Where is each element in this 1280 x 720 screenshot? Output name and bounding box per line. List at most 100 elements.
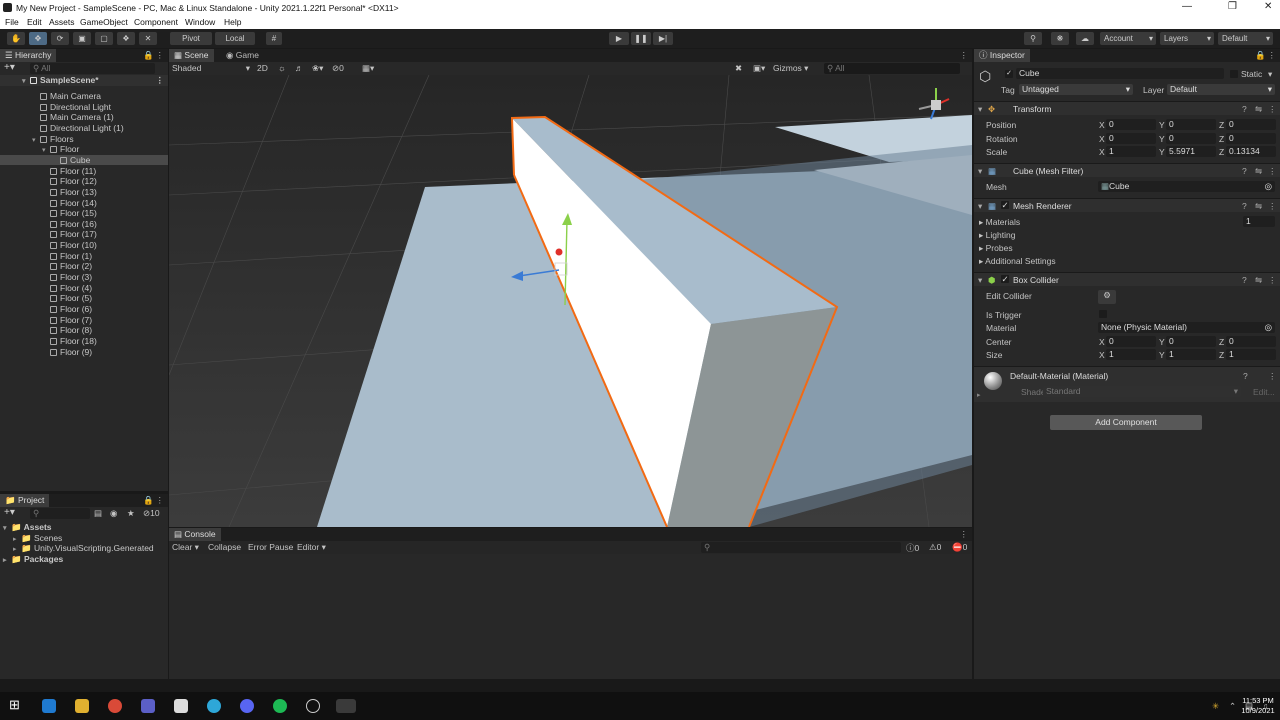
- preset-icon[interactable]: ⇋: [1255, 275, 1262, 286]
- obs-icon[interactable]: [306, 699, 320, 713]
- probes-foldout[interactable]: ▸ Probes: [979, 243, 1013, 254]
- hierarchy-item[interactable]: ▾ Floor: [0, 144, 168, 155]
- y-axis-label[interactable]: Y: [1159, 134, 1165, 144]
- scale-tool-icon[interactable]: ▣: [73, 32, 91, 45]
- z-axis-label[interactable]: Z: [1219, 120, 1224, 130]
- help-icon[interactable]: ?: [1243, 371, 1248, 381]
- preset-icon[interactable]: ⇋: [1255, 201, 1262, 212]
- y-axis-label[interactable]: Y: [1159, 147, 1165, 157]
- additional-settings-foldout[interactable]: ▸ Additional Settings: [979, 256, 1056, 267]
- hierarchy-item[interactable]: Floor (8): [0, 325, 168, 336]
- mesh-renderer-enabled-checkbox[interactable]: ✓: [1001, 201, 1009, 209]
- more-menu-icon[interactable]: ⋮: [156, 495, 165, 506]
- object-picker-icon[interactable]: ◎: [1265, 322, 1272, 333]
- tab-game[interactable]: ◉ Game: [221, 49, 264, 62]
- cloud-icon[interactable]: ☁: [1076, 32, 1094, 45]
- center-y-field[interactable]: 0: [1166, 336, 1216, 347]
- collab-icon[interactable]: ❋: [1051, 32, 1069, 45]
- hierarchy-item[interactable]: Floor (9): [0, 347, 168, 358]
- size-y-field[interactable]: 1: [1166, 349, 1216, 360]
- hierarchy-item[interactable]: Floor (3): [0, 272, 168, 283]
- menu-component[interactable]: Component: [134, 17, 178, 27]
- vscode-icon[interactable]: [42, 699, 56, 713]
- project-search-input[interactable]: ⚲: [30, 508, 90, 519]
- grid-dropdown-icon[interactable]: ▦▾: [362, 63, 374, 74]
- mesh-field[interactable]: ▦Cube ◎: [1098, 181, 1275, 192]
- hierarchy-search-input[interactable]: ⚲ All: [30, 63, 155, 74]
- editor-dropdown[interactable]: Editor ▾: [297, 542, 326, 553]
- rotation-y-field[interactable]: 0: [1166, 132, 1216, 144]
- center-x-field[interactable]: 0: [1106, 336, 1156, 347]
- grid-snap-icon[interactable]: #: [266, 32, 282, 45]
- more-menu-icon[interactable]: ⋮: [156, 50, 165, 61]
- error-pause-button[interactable]: Error Pause: [248, 542, 293, 552]
- scene-search-input[interactable]: ⚲ All: [824, 63, 960, 74]
- transform-header[interactable]: ▾ ✥ Transform ? ⇋ ⋮: [974, 101, 1280, 115]
- materials-count-field[interactable]: 1: [1243, 216, 1275, 227]
- y-axis-label[interactable]: Y: [1159, 350, 1165, 360]
- tab-hierarchy[interactable]: ☰ Hierarchy: [0, 49, 57, 62]
- collapse-button[interactable]: Collapse: [208, 542, 241, 552]
- transform-tool-icon[interactable]: ❖: [117, 32, 135, 45]
- gizmos-dropdown[interactable]: Gizmos ▾: [773, 63, 808, 74]
- materials-foldout[interactable]: ▸ Materials: [979, 217, 1020, 228]
- warning-count-toggle[interactable]: ⚠0: [929, 542, 941, 553]
- shading-dropdown[interactable]: Shaded ▾: [172, 63, 250, 74]
- layout-dropdown[interactable]: Default ▾: [1218, 32, 1273, 45]
- menu-gameobject[interactable]: GameObject: [80, 17, 128, 27]
- camera-dropdown-icon[interactable]: ▣▾: [753, 63, 765, 74]
- chrome-icon[interactable]: [108, 699, 122, 713]
- hierarchy-item[interactable]: ▾ Floors: [0, 134, 168, 145]
- is-trigger-checkbox[interactable]: [1099, 310, 1107, 318]
- more-menu-icon[interactable]: ⋮: [1268, 275, 1277, 286]
- project-item[interactable]: ▾ 📁 Assets: [0, 522, 52, 533]
- scene-row[interactable]: ▾ SampleScene* ⋮: [0, 75, 168, 86]
- box-collider-header[interactable]: ▾ ⬢ ✓ Box Collider ? ⇋ ⋮: [974, 272, 1280, 286]
- project-item[interactable]: ▸ 📁 Unity.VisualScripting.Generated: [0, 543, 154, 554]
- help-icon[interactable]: ?: [1242, 104, 1247, 114]
- preset-icon[interactable]: ⇋: [1255, 104, 1262, 115]
- tab-console[interactable]: ▤ Console: [169, 528, 221, 541]
- add-button[interactable]: +▾: [4, 62, 15, 73]
- physic-material-field[interactable]: None (Physic Material) ◎: [1098, 322, 1275, 333]
- project-item[interactable]: ▸ 📁 Scenes: [0, 533, 62, 544]
- windows-start-icon[interactable]: ⊞: [9, 697, 23, 712]
- clear-button[interactable]: Clear ▾: [172, 542, 199, 553]
- hierarchy-item[interactable]: Floor (14): [0, 198, 168, 209]
- gizmo-x-handle[interactable]: [555, 248, 563, 256]
- more-menu-icon[interactable]: ⋮: [1268, 166, 1277, 177]
- rotation-z-field[interactable]: 0: [1226, 132, 1276, 144]
- edit-collider-button[interactable]: ⚙: [1098, 290, 1116, 304]
- x-axis-label[interactable]: X: [1099, 337, 1105, 347]
- error-count-toggle[interactable]: ⛔0: [952, 542, 967, 553]
- hierarchy-item[interactable]: Floor (16): [0, 219, 168, 230]
- shader-dropdown[interactable]: Standard ▾: [1043, 386, 1241, 397]
- fold-arrow-icon[interactable]: ▸: [3, 556, 11, 567]
- teams-icon[interactable]: [141, 699, 155, 713]
- file-explorer-icon[interactable]: [75, 699, 89, 713]
- scale-y-field[interactable]: 5.5971: [1166, 146, 1216, 157]
- position-x-field[interactable]: 0: [1106, 119, 1156, 130]
- object-picker-icon[interactable]: ◎: [1265, 181, 1272, 192]
- hierarchy-item[interactable]: Floor (1): [0, 251, 168, 262]
- hierarchy-item[interactable]: Directional Light (1): [0, 123, 168, 134]
- help-icon[interactable]: ?: [1242, 201, 1247, 211]
- minimize-icon[interactable]: —: [1182, 1, 1192, 12]
- more-menu-icon[interactable]: ⋮: [960, 529, 969, 540]
- shader-edit-button[interactable]: Edit...: [1253, 387, 1275, 397]
- lighting-foldout[interactable]: ▸ Lighting: [979, 230, 1015, 241]
- hierarchy-item[interactable]: Floor (5): [0, 293, 168, 304]
- tray-icon[interactable]: ✳: [1212, 701, 1219, 712]
- box-collider-enabled-checkbox[interactable]: ✓: [1001, 275, 1009, 283]
- preset-icon[interactable]: ⇋: [1255, 166, 1262, 177]
- add-component-button[interactable]: Add Component: [1050, 415, 1202, 430]
- search-icon[interactable]: ⚲: [1024, 32, 1042, 45]
- active-checkbox[interactable]: ✓: [1005, 70, 1013, 78]
- tools-icon[interactable]: ✖: [735, 63, 742, 74]
- x-axis-label[interactable]: X: [1099, 134, 1105, 144]
- y-axis-label[interactable]: Y: [1159, 337, 1165, 347]
- hierarchy-item[interactable]: Cube: [0, 154, 168, 166]
- lock-icon[interactable]: 🔒: [143, 50, 154, 61]
- chevron-down-icon[interactable]: ▾: [1268, 69, 1272, 80]
- scale-x-field[interactable]: 1: [1106, 146, 1156, 157]
